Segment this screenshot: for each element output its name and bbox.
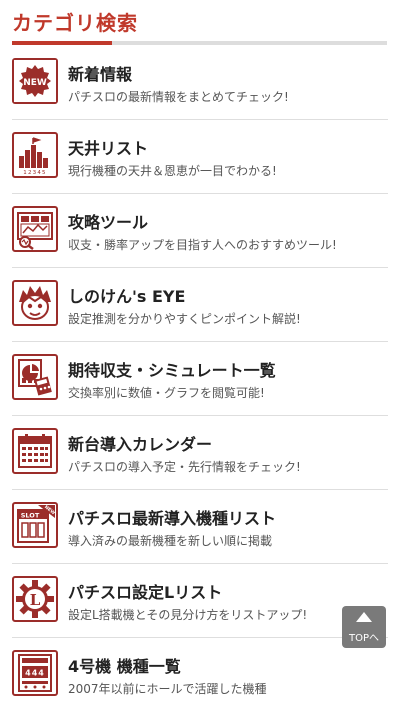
new-badge-icon: NEW <box>12 58 58 104</box>
category-description: 交換率別に数値・グラフを閲覧可能! <box>68 386 265 400</box>
category-title: 攻略ツール <box>68 213 149 232</box>
category-description: 導入済みの最新機種を新しい順に掲載 <box>68 534 273 548</box>
category-description: 設定L搭載機とその見分け方をリストアップ! <box>68 608 308 622</box>
category-list: NEW 新着情報 パチスロの最新情報をまとめてチェック! 12345 天井リスト… <box>0 46 400 712</box>
bar-graph-icon: 12345 <box>12 132 58 178</box>
strategy-tool-icon <box>12 206 58 252</box>
svg-text:L: L <box>30 591 41 609</box>
svg-text:444: 444 <box>25 669 45 678</box>
setting-l-gear-icon: L <box>12 576 58 622</box>
category-title: しのけん's EYE <box>68 287 186 306</box>
category-description: 設定推測を分かりやすくピンポイント解説! <box>68 312 301 326</box>
category-item-expected-income[interactable]: 期待収支・シミュレート一覧 交換率別に数値・グラフを閲覧可能! <box>0 342 400 416</box>
category-description: 2007年以前にホールで活躍した機種 <box>68 682 267 696</box>
category-title: 新台導入カレンダー <box>68 435 213 454</box>
category-item-shinoken-eye[interactable]: しのけん's EYE 設定推測を分かりやすくピンポイント解説! <box>0 268 400 342</box>
category-description: 収支・勝率アップを目指す人へのおすすめツール! <box>68 238 337 252</box>
svg-text:SLOT: SLOT <box>21 512 40 520</box>
slot-machine-444-icon: 444 <box>12 650 58 696</box>
category-description: 現行機種の天井＆恩恵が一目でわかる! <box>68 164 277 178</box>
arrow-up-icon <box>356 612 372 622</box>
scroll-to-top-label: TOPへ <box>348 633 379 644</box>
category-title: 天井リスト <box>68 139 149 158</box>
category-description: パチスロの最新情報をまとめてチェック! <box>68 90 289 104</box>
chart-simulation-icon <box>12 354 58 400</box>
calendar-icon <box>12 428 58 474</box>
category-title: 4号機 機種一覧 <box>68 657 181 676</box>
page-title: カテゴリ検索 <box>12 11 138 35</box>
category-item-4gouki-list[interactable]: 444 4号機 機種一覧 2007年以前にホールで活躍した機種 <box>0 638 400 712</box>
svg-text:12345: 12345 <box>23 170 47 176</box>
scroll-to-top-button[interactable]: TOPへ <box>342 606 386 648</box>
title-underline-accent <box>12 41 112 45</box>
category-title: パチスロ設定Lリスト <box>68 583 223 602</box>
character-face-icon <box>12 280 58 326</box>
category-title: 新着情報 <box>68 65 133 84</box>
category-item-setting-l-list[interactable]: L パチスロ設定Lリスト 設定L搭載機とその見分け方をリストアップ! <box>0 564 400 638</box>
category-item-strategy-tools[interactable]: 攻略ツール 収支・勝率アップを目指す人へのおすすめツール! <box>0 194 400 268</box>
category-item-ceiling-list[interactable]: 12345 天井リスト 現行機種の天井＆恩恵が一目でわかる! <box>0 120 400 194</box>
svg-text:NEW: NEW <box>23 78 47 88</box>
slot-new-icon: SLOT NEW <box>12 502 58 548</box>
category-item-latest-machine-list[interactable]: SLOT NEW パチスロ最新導入機種リスト 導入済みの最新機種を新しい順に掲載 <box>0 490 400 564</box>
category-item-new-info[interactable]: NEW 新着情報 パチスロの最新情報をまとめてチェック! <box>0 46 400 120</box>
section-header: カテゴリ検索 <box>0 0 400 46</box>
category-item-new-machine-calendar[interactable]: 新台導入カレンダー パチスロの導入予定・先行情報をチェック! <box>0 416 400 490</box>
category-title: パチスロ最新導入機種リスト <box>68 509 277 528</box>
category-title: 期待収支・シミュレート一覧 <box>68 361 276 380</box>
category-description: パチスロの導入予定・先行情報をチェック! <box>68 460 301 474</box>
